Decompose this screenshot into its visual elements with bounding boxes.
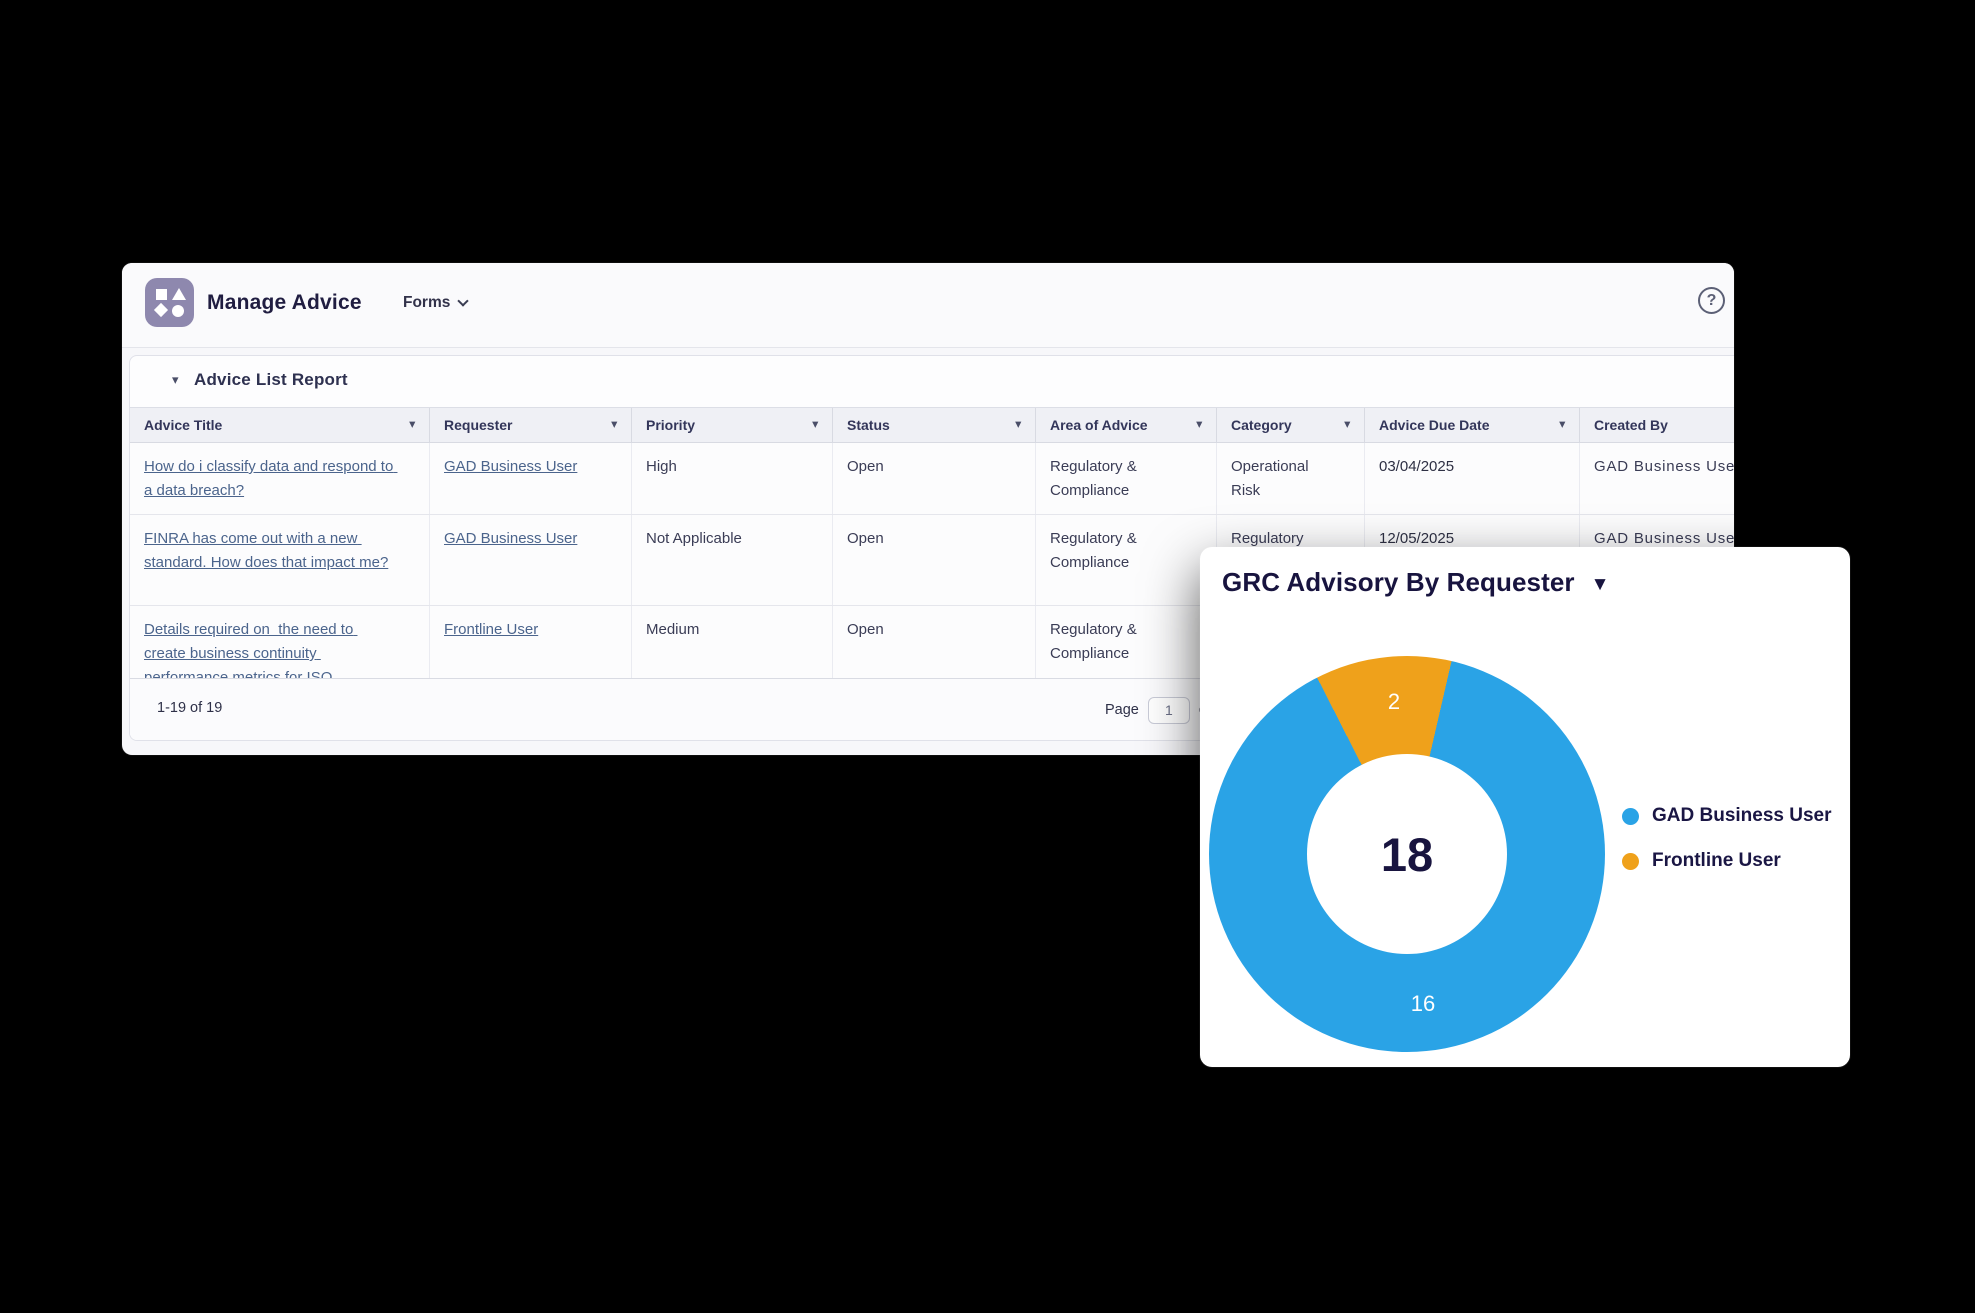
column-dropdown-icon[interactable]: ▾ xyxy=(812,419,818,430)
due-date-cell: 03/04/2025 xyxy=(1365,443,1580,514)
grc-advisory-chart-card: GRC Advisory By Requester ▼ 2 16 18 GAD … xyxy=(1200,547,1850,1067)
column-header-created-by[interactable]: Created By xyxy=(1580,408,1734,442)
legend-dot-orange xyxy=(1622,853,1639,870)
help-glyph: ? xyxy=(1707,292,1717,310)
chevron-down-icon xyxy=(458,295,469,306)
donut-hole: 18 xyxy=(1307,754,1507,954)
diamond-glyph xyxy=(154,303,168,317)
chart-header: GRC Advisory By Requester ▼ xyxy=(1222,567,1609,598)
forms-menu-label: Forms xyxy=(403,294,450,312)
triangle-glyph xyxy=(172,288,186,300)
table-row: How do i classify data and respond to a … xyxy=(130,443,1734,515)
column-dropdown-icon[interactable]: ▾ xyxy=(1344,419,1350,430)
slice-value-frontline: 2 xyxy=(1388,689,1400,715)
area-cell: Regulatory & Compliance xyxy=(1036,515,1217,605)
advice-title-link[interactable]: Details required on the need to create b… xyxy=(144,618,394,678)
forms-menu[interactable]: Forms xyxy=(403,294,467,312)
column-header-requester[interactable]: Requester ▾ xyxy=(430,408,632,442)
requester-link[interactable]: GAD Business User xyxy=(444,458,577,475)
advice-title-link[interactable]: FINRA has come out with a new standard. … xyxy=(144,527,394,575)
chart-dropdown-icon[interactable]: ▼ xyxy=(1591,575,1610,594)
page-label: Page xyxy=(1105,702,1139,718)
row-range-label: 1-19 of 19 xyxy=(157,700,222,716)
collapse-triangle-icon[interactable]: ▾ xyxy=(172,373,179,386)
column-header-area[interactable]: Area of Advice ▾ xyxy=(1036,408,1217,442)
help-icon[interactable]: ? xyxy=(1698,287,1725,314)
created-by-cell: GAD Business User xyxy=(1580,443,1734,514)
column-dropdown-icon[interactable]: ▾ xyxy=(1015,419,1021,430)
category-cell: Operational Risk xyxy=(1217,443,1365,514)
circle-glyph xyxy=(172,305,184,317)
table-header-row: Advice Title ▾ Requester ▾ Priority ▾ St… xyxy=(130,407,1734,443)
section-header: ▾ Advice List Report xyxy=(130,356,1734,407)
column-dropdown-icon[interactable]: ▾ xyxy=(1196,419,1202,430)
area-cell: Regulatory & Compliance xyxy=(1036,606,1217,678)
page-title: Manage Advice xyxy=(207,291,362,315)
legend-item-gad[interactable]: GAD Business User xyxy=(1622,802,1832,830)
chart-legend: GAD Business User Frontline User xyxy=(1622,802,1832,875)
chart-title: GRC Advisory By Requester xyxy=(1222,567,1575,598)
advice-title-link[interactable]: How do i classify data and respond to a … xyxy=(144,455,394,503)
column-header-category[interactable]: Category ▾ xyxy=(1217,408,1365,442)
area-cell: Regulatory & Compliance xyxy=(1036,443,1217,514)
square-glyph xyxy=(156,289,167,300)
priority-cell: Medium xyxy=(632,606,833,678)
slice-value-gad: 16 xyxy=(1411,991,1435,1017)
column-header-status[interactable]: Status ▾ xyxy=(833,408,1036,442)
status-cell: Open xyxy=(833,606,1036,678)
app-shapes-icon[interactable] xyxy=(145,278,194,327)
column-dropdown-icon[interactable]: ▾ xyxy=(1559,419,1565,430)
priority-cell: High xyxy=(632,443,833,514)
column-header-priority[interactable]: Priority ▾ xyxy=(632,408,833,442)
legend-item-frontline[interactable]: Frontline User xyxy=(1622,847,1832,875)
donut-ring[interactable]: 2 16 18 xyxy=(1209,656,1605,1052)
pager: Page 1 of xyxy=(1105,679,1211,741)
legend-dot-blue xyxy=(1622,808,1639,825)
column-dropdown-icon[interactable]: ▾ xyxy=(409,419,415,430)
window-header: Manage Advice Forms ? xyxy=(122,263,1734,348)
requester-link[interactable]: Frontline User xyxy=(444,621,538,638)
requester-link[interactable]: GAD Business User xyxy=(444,530,577,547)
column-dropdown-icon[interactable]: ▾ xyxy=(611,419,617,430)
priority-cell: Not Applicable xyxy=(632,515,833,605)
status-cell: Open xyxy=(833,515,1036,605)
page-number-input[interactable]: 1 xyxy=(1148,697,1190,724)
column-header-advice-title[interactable]: Advice Title ▾ xyxy=(130,408,430,442)
donut-total: 18 xyxy=(1381,827,1433,882)
column-header-due-date[interactable]: Advice Due Date ▾ xyxy=(1365,408,1580,442)
section-title: Advice List Report xyxy=(194,370,348,390)
status-cell: Open xyxy=(833,443,1036,514)
